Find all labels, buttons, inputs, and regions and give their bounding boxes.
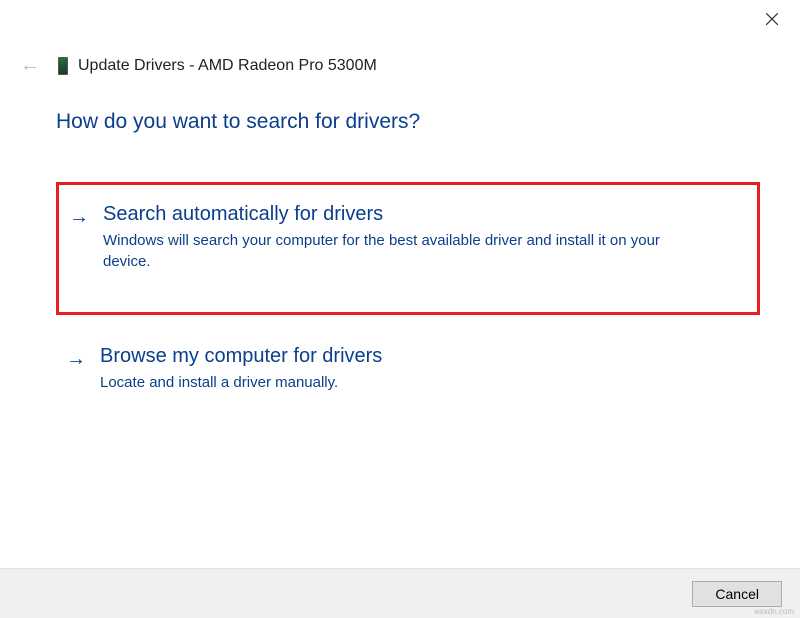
window-title: Update Drivers - AMD Radeon Pro 5300M: [78, 57, 377, 75]
dialog-header: ← Update Drivers - AMD Radeon Pro 5300M: [20, 54, 377, 77]
title-wrap: Update Drivers - AMD Radeon Pro 5300M: [58, 57, 377, 75]
watermark: wsxdn.com: [754, 607, 794, 616]
option-description: Locate and install a driver manually.: [100, 372, 660, 393]
option-browse-computer[interactable]: → Browse my computer for drivers Locate …: [56, 327, 760, 433]
option-body: Browse my computer for drivers Locate an…: [100, 345, 748, 393]
dialog-footer: Cancel: [0, 568, 800, 618]
page-heading: How do you want to search for drivers?: [56, 110, 760, 134]
option-title: Search automatically for drivers: [103, 203, 745, 226]
device-icon: [58, 57, 68, 75]
arrow-right-icon: →: [66, 347, 86, 371]
close-button[interactable]: [758, 8, 786, 34]
arrow-right-icon: →: [69, 205, 89, 229]
back-arrow-icon: ←: [20, 54, 40, 77]
option-description: Windows will search your computer for th…: [103, 230, 663, 272]
option-title: Browse my computer for drivers: [100, 345, 748, 368]
option-body: Search automatically for drivers Windows…: [103, 203, 745, 272]
option-search-automatically[interactable]: → Search automatically for drivers Windo…: [56, 182, 760, 315]
cancel-button[interactable]: Cancel: [692, 581, 782, 607]
dialog-content: How do you want to search for drivers? →…: [56, 110, 760, 445]
